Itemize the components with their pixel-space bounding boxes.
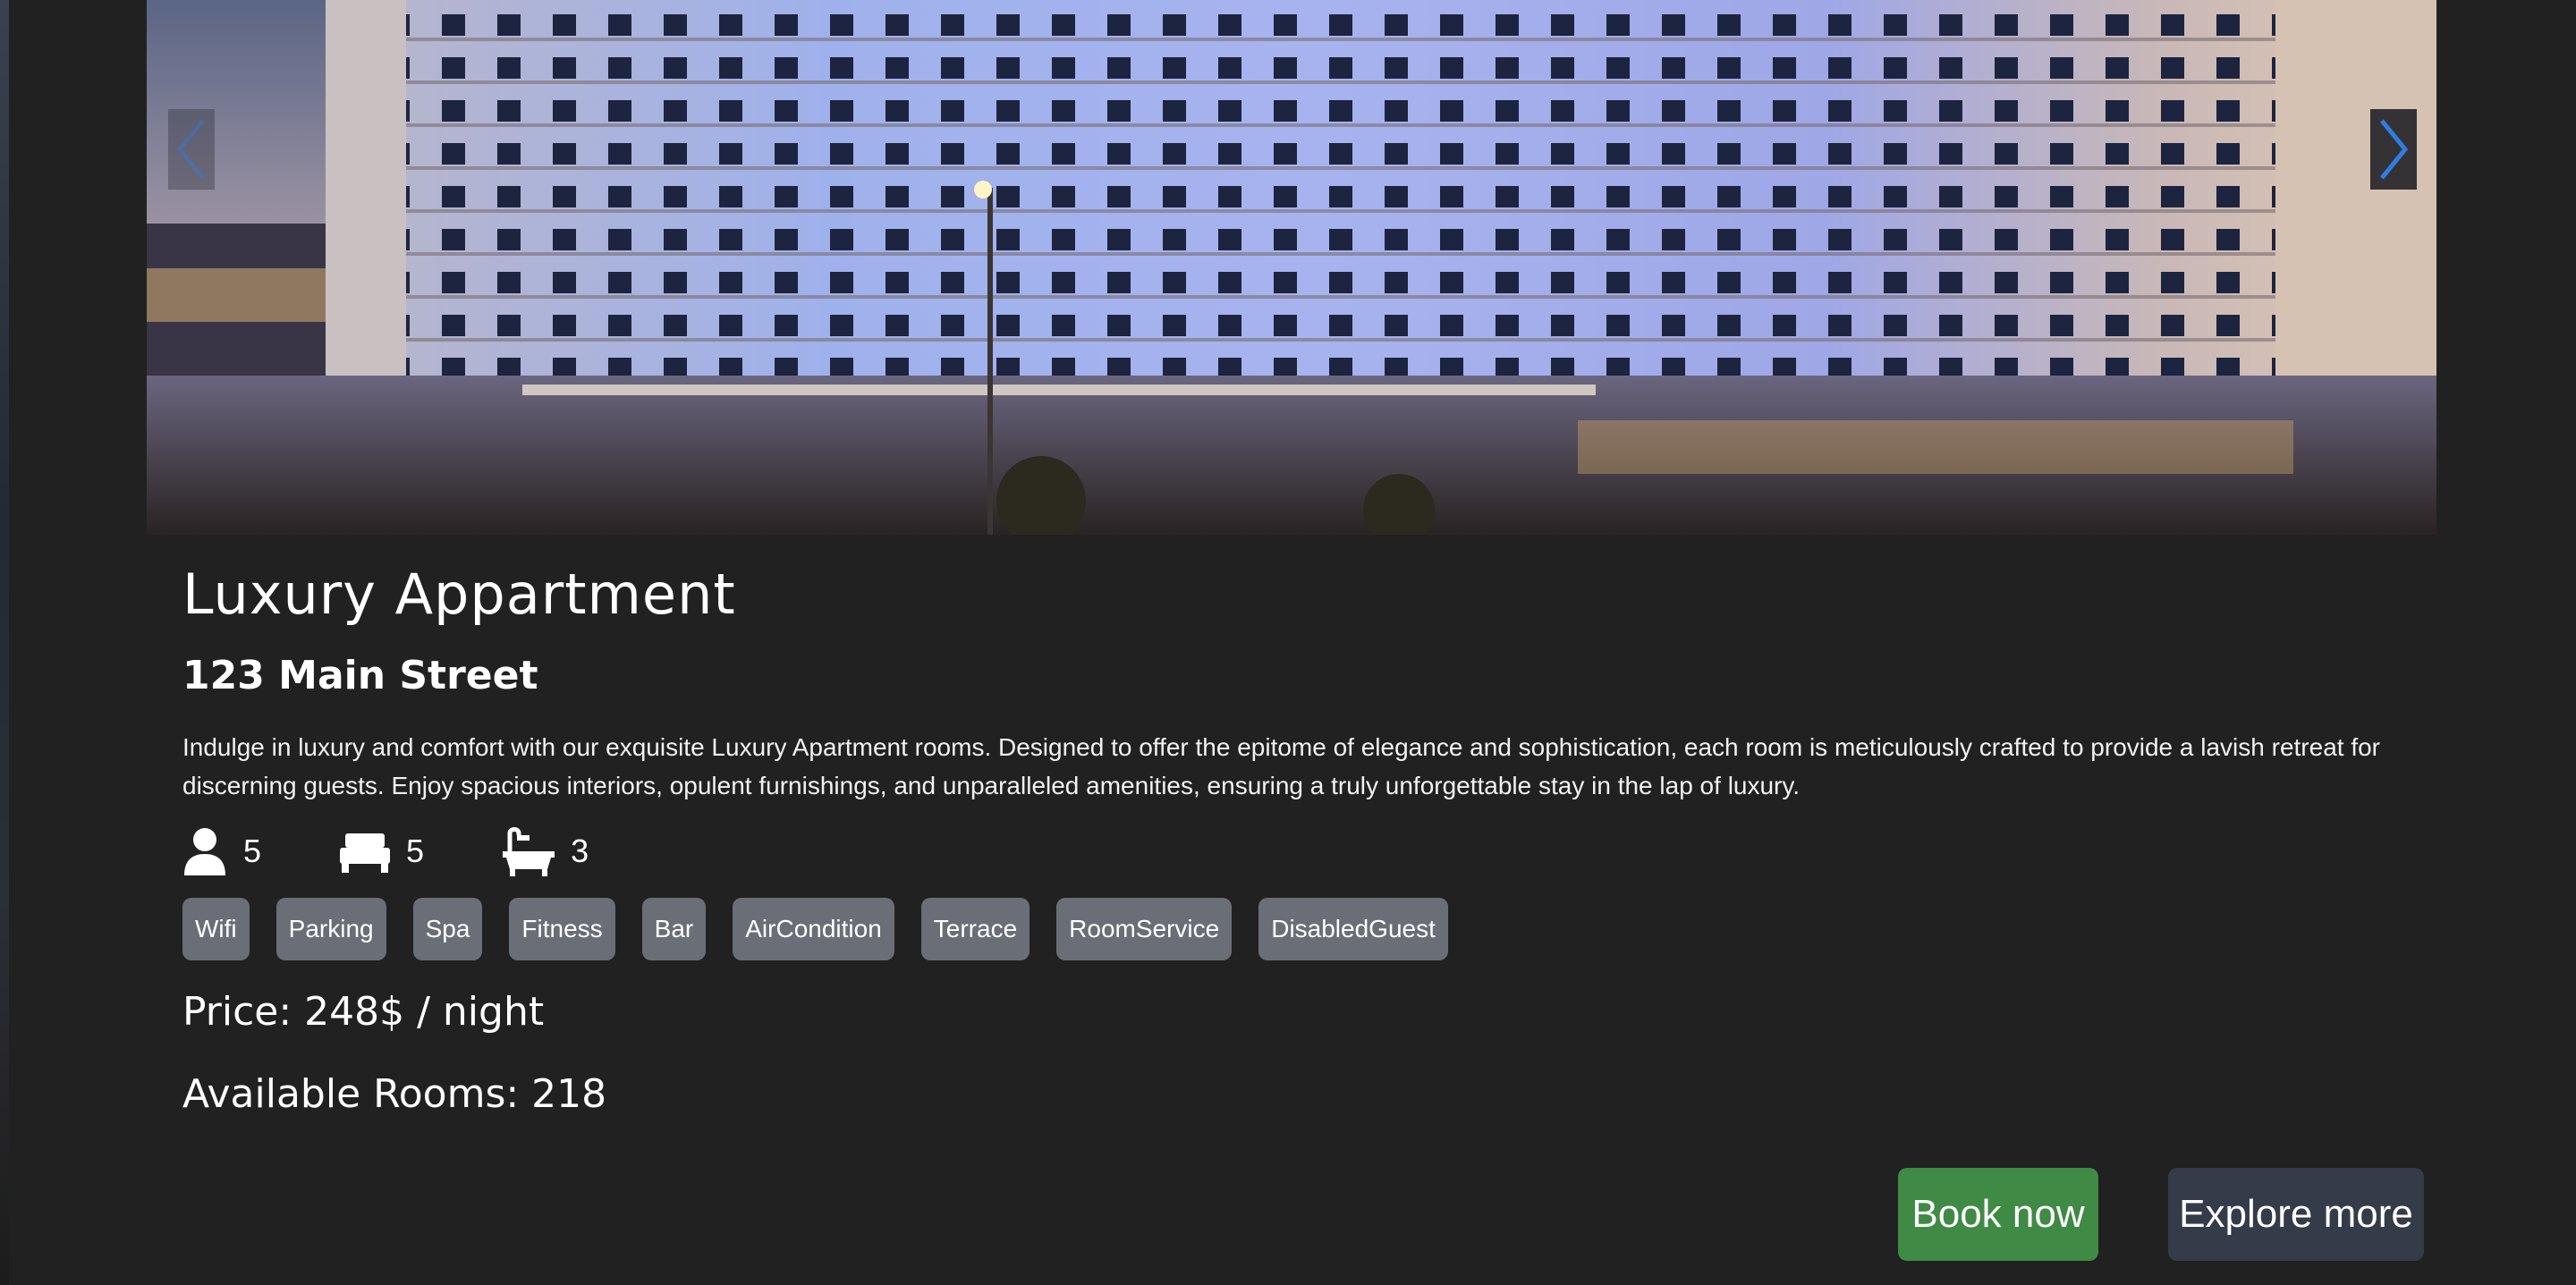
listing-title: Luxury Appartment [182,562,736,627]
hotel-photo [147,0,2436,535]
guests-count: 5 [243,833,262,869]
amenity-badge: RoomService [1056,898,1233,960]
image-carousel[interactable] [147,0,2436,535]
baths-count: 3 [571,833,589,869]
carousel-next-button[interactable] [2370,109,2417,190]
amenity-badge: Wifi [182,898,250,960]
explore-more-button[interactable]: Explore more [2168,1168,2424,1261]
beds-stat: 5 [340,830,424,873]
beds-count: 5 [406,833,425,869]
person-icon [184,828,225,875]
amenity-badge: Bar [641,898,707,960]
amenity-badge: AirCondition [733,898,894,960]
carousel-prev-button[interactable] [168,109,215,190]
amenity-badge: DisabledGuest [1258,898,1448,960]
amenity-list: Wifi Parking Spa Fitness Bar AirConditio… [182,898,2436,960]
listing-description: Indulge in luxury and comfort with our e… [182,733,2380,799]
chevron-left-icon [177,119,205,180]
listing-address: 123 Main Street [182,653,538,698]
available-rooms-text: Available Rooms: 218 [182,1071,607,1117]
guests-stat: 5 [182,827,261,875]
listing-details: Luxury Appartment 123 Main Street Indulg… [182,554,2436,1121]
chevron-right-icon [2380,119,2409,180]
amenity-badge: Spa [412,898,483,960]
baths-stat: 3 [503,826,589,876]
listing-stats: 5 5 3 [182,823,2436,880]
listing-page: Luxury Appartment 123 Main Street Indulg… [9,0,2576,1285]
bed-icon [340,833,391,873]
price-text: Price: 248$ / night [182,989,545,1035]
amenity-badge: Terrace [920,898,1030,960]
bathtub-icon [503,827,555,876]
window-edge [0,0,9,1285]
amenity-badge: Fitness [509,898,615,960]
amenity-badge: Parking [275,898,386,960]
book-now-button[interactable]: Book now [1898,1168,2098,1261]
